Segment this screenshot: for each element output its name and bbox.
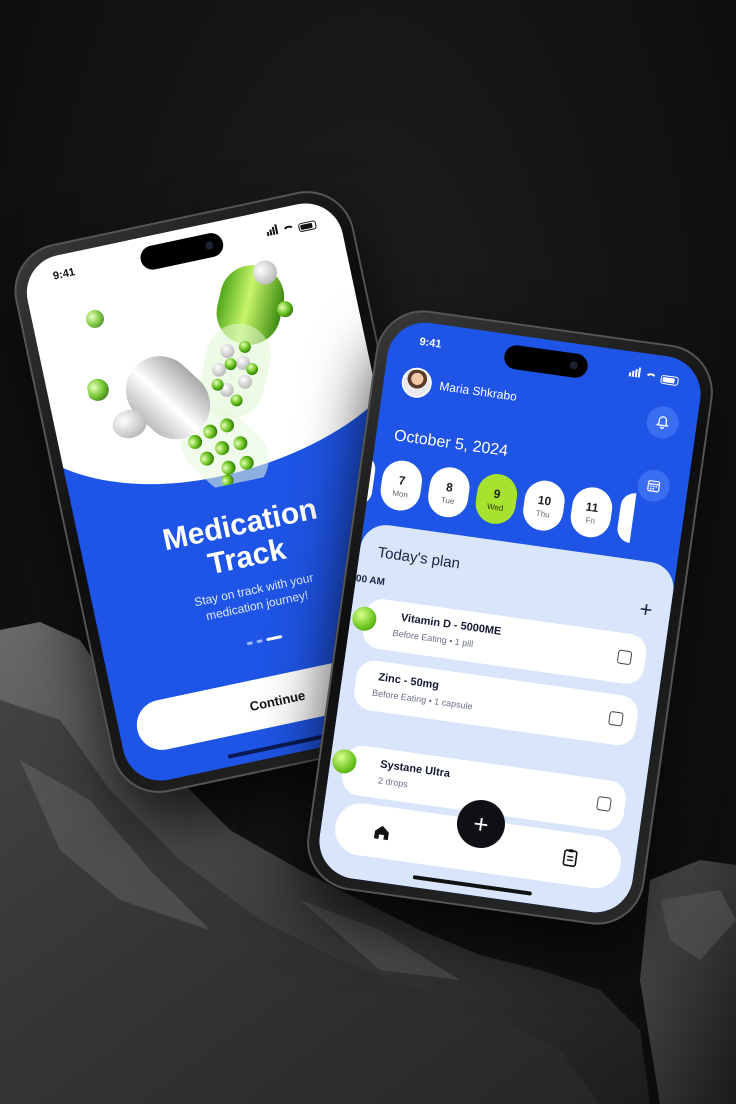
todays-plan-panel: Today's plan + 00 AM Vitamin D - 5000ME … <box>314 521 677 918</box>
medication-checkbox[interactable] <box>616 649 633 666</box>
signal-icon <box>628 366 642 381</box>
notifications-button[interactable] <box>644 404 681 441</box>
day-number: 10 <box>537 492 553 509</box>
capsule-illustration <box>85 260 294 494</box>
page-dot[interactable] <box>256 639 263 644</box>
dashboard-screen: 9:41 Maria Shkrabo October 5, 2024 7 Mon… <box>314 317 706 918</box>
clipboard-icon[interactable] <box>560 847 581 869</box>
current-date: October 5, 2024 <box>393 427 510 460</box>
day-item[interactable]: 10 Thu <box>520 478 568 534</box>
medication-dose: 1 capsule <box>433 696 474 712</box>
day-number: 7 <box>397 472 407 488</box>
medication-details: Before Eating • 1 capsule <box>372 688 474 712</box>
medication-checkbox[interactable] <box>608 710 624 727</box>
calendar-icon <box>647 480 661 493</box>
day-label: Mon <box>391 487 409 500</box>
day-item[interactable]: 11 Fri <box>568 484 615 540</box>
day-number: 11 <box>584 499 600 515</box>
continue-label: Continue <box>248 687 307 714</box>
battery-icon <box>660 374 680 387</box>
day-item[interactable]: 7 Mon <box>378 458 425 514</box>
avatar[interactable] <box>399 365 434 400</box>
add-medication-button[interactable]: + <box>638 596 654 623</box>
pill-icon <box>330 747 358 775</box>
medication-dose: 1 pill <box>454 636 474 650</box>
calendar-button[interactable] <box>635 467 672 504</box>
day-label: Fri <box>585 515 596 526</box>
medication-timing: Before Eating <box>392 627 448 646</box>
bell-icon <box>655 416 669 429</box>
medication-dose: 2 drops <box>377 775 409 790</box>
signal-icon <box>265 224 279 239</box>
time-slot-label: 00 AM <box>355 573 386 589</box>
user-name: Maria Shkrabo <box>438 379 518 404</box>
status-icons <box>628 366 680 387</box>
medication-checkbox[interactable] <box>596 795 612 812</box>
pill-icon <box>350 605 378 633</box>
dynamic-island <box>502 343 590 380</box>
day-next[interactable] <box>615 491 637 543</box>
page-indicator <box>246 634 283 646</box>
day-item[interactable]: 8 Tue <box>425 464 473 520</box>
wifi-icon <box>281 224 296 236</box>
day-label: Wed <box>486 501 504 513</box>
medication-timing: Before Eating <box>371 687 427 706</box>
day-label: Tue <box>440 494 456 506</box>
home-icon[interactable] <box>372 822 392 842</box>
day-item-selected[interactable]: 9 Wed <box>473 471 520 527</box>
day-number: 9 <box>492 486 502 501</box>
page-dot[interactable] <box>246 641 254 646</box>
wifi-icon <box>644 372 658 384</box>
day-number: 8 <box>445 479 454 495</box>
mockup-scene: 9:41 Medication Track Stay on track with… <box>0 0 736 1104</box>
day-label: Thu <box>535 508 551 519</box>
day-previous[interactable] <box>356 454 378 507</box>
status-time: 9:41 <box>418 335 443 351</box>
plan-title: Today's plan <box>376 544 462 573</box>
status-time: 9:41 <box>52 266 77 283</box>
page-dot-active[interactable] <box>266 634 283 642</box>
